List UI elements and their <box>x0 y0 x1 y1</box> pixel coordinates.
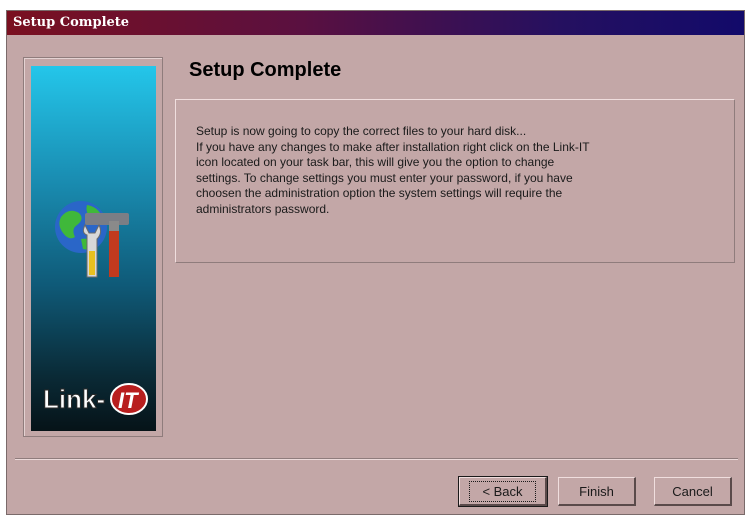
svg-text:IT: IT <box>118 388 139 413</box>
finish-button[interactable]: Finish <box>558 477 636 506</box>
cancel-button-label: Cancel <box>672 483 713 499</box>
svg-text:Link-: Link- <box>43 384 105 414</box>
title-bar[interactable]: Setup Complete <box>7 11 744 35</box>
page-heading: Setup Complete <box>189 59 342 81</box>
setup-message: Setup is now going to copy the correct f… <box>196 124 590 216</box>
setup-dialog: Setup Complete Link- IT Setup Complete S… <box>6 10 745 515</box>
back-button-label: < Back <box>469 480 536 502</box>
window-title: Setup Complete <box>13 15 130 30</box>
separator <box>15 458 738 460</box>
globe-tools-icon <box>55 201 129 278</box>
side-banner: Link- IT <box>31 66 156 431</box>
side-panel: Link- IT <box>23 57 163 437</box>
link-it-logo: Link- IT <box>43 383 148 415</box>
message-panel: Setup is now going to copy the correct f… <box>175 99 735 263</box>
back-button[interactable]: < Back <box>458 476 548 507</box>
finish-button-label: Finish <box>579 483 614 499</box>
cancel-button[interactable]: Cancel <box>654 477 732 506</box>
